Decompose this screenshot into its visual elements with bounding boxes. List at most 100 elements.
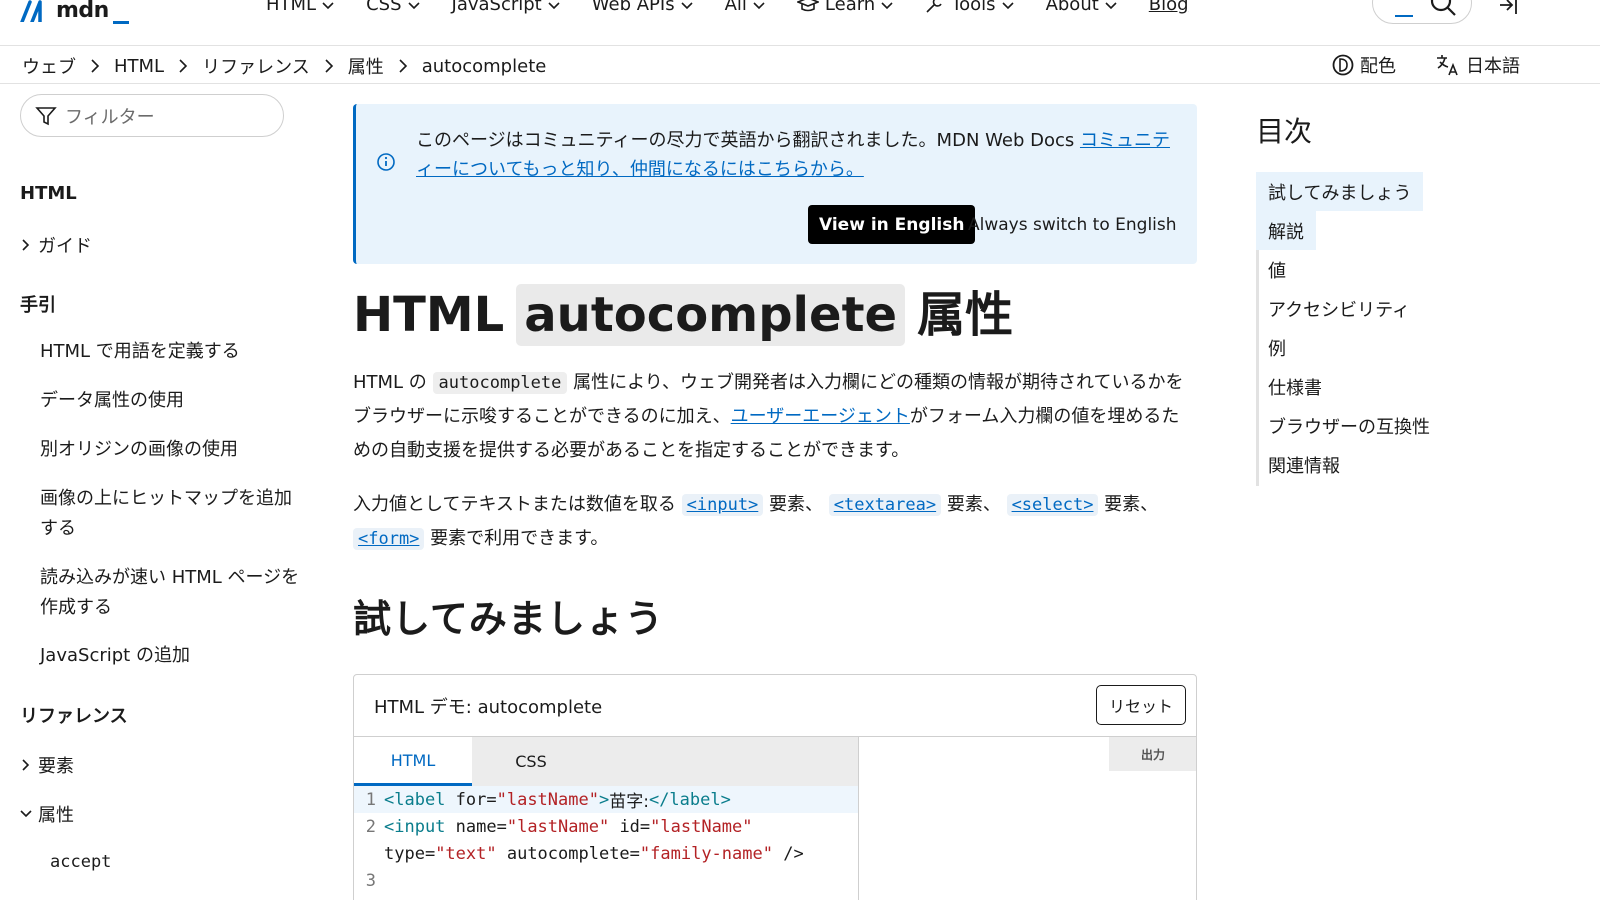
nav-blog-link[interactable]: Blog [1149, 0, 1189, 15]
mdn-logo[interactable]: mdn [20, 0, 129, 24]
code-token: "text" [435, 843, 497, 864]
nav-web-apis-label: Web APIs [591, 0, 675, 15]
toc-item-examples[interactable]: 例 [1256, 328, 1298, 367]
breadcrumb: ウェブ HTML リファレンス 属性 autocomplete [22, 53, 546, 79]
nav-javascript[interactable]: JavaScript [452, 0, 560, 15]
sidebar-item-guide-label: ガイド [38, 236, 92, 257]
translate-icon [1437, 55, 1458, 76]
filter-placeholder: フィルター [65, 106, 155, 128]
graduation-cap-icon [796, 0, 819, 11]
code-line: 1 <label for= "lastName" > 苗字: </label > [354, 786, 858, 813]
sidebar-item-attributes[interactable]: 属性 [20, 801, 74, 827]
breadcrumb-web[interactable]: ウェブ [22, 53, 76, 79]
toc-item-specifications[interactable]: 仕様書 [1256, 367, 1334, 406]
sidebar-item-add-javascript[interactable]: JavaScript の追加 [40, 641, 300, 671]
title-code: autocomplete [516, 284, 906, 346]
search-button[interactable] [1372, 0, 1472, 24]
tab-css[interactable]: CSS [472, 737, 590, 786]
toc-item-try-it[interactable]: 試してみましょう [1256, 172, 1424, 211]
toc-item-accessibility[interactable]: アクセシビリティ [1256, 289, 1422, 328]
nav-css[interactable]: CSS [366, 0, 420, 15]
nav-html[interactable]: HTML [266, 0, 334, 15]
nav-all-label: All [724, 0, 747, 15]
code-token: type= [384, 843, 436, 864]
toc-item-values[interactable]: 値 [1256, 250, 1298, 289]
chevron-right-icon [22, 759, 30, 771]
chevron-down-icon [681, 1, 693, 9]
code-editor[interactable]: 1 <label for= "lastName" > 苗字: </label > 2 <inp… [354, 786, 859, 900]
sidebar-item-attributes-label: 属性 [38, 805, 74, 826]
sidebar-section-html: HTML [20, 183, 77, 204]
sidebar: フィルター HTML ガイド 手引 HTML で用語を定義する データ属性の使用… [0, 84, 320, 900]
always-switch-english-button[interactable]: Always switch to English [968, 205, 1177, 244]
breadcrumb-reference[interactable]: リファレンス [202, 53, 310, 79]
chevron-right-icon [398, 59, 408, 73]
chevron-down-icon [322, 1, 334, 9]
code-token: for= [445, 789, 497, 810]
select-element-link[interactable]: <select> [1006, 494, 1099, 516]
sidebar-item-elements-label: 要素 [38, 756, 74, 777]
view-in-english-button[interactable]: View in English [808, 205, 976, 244]
theme-button[interactable]: 配色 [1332, 52, 1396, 78]
nav-html-label: HTML [266, 0, 317, 15]
sidebar-item-guide[interactable]: ガイド [20, 232, 92, 258]
nav-all[interactable]: All [725, 0, 765, 15]
nav-css-label: CSS [366, 0, 402, 15]
user-agent-link[interactable]: ユーザーエージェント [731, 406, 910, 427]
toc-title: 目次 [1256, 115, 1313, 148]
demo-tabs: HTML CSS [354, 737, 859, 786]
input-element-link[interactable]: <input> [681, 494, 764, 516]
code-token: "lastName" [506, 816, 610, 837]
sidebar-item-data-attributes[interactable]: データ属性の使用 [40, 386, 300, 416]
sidebar-item-cors-images[interactable]: 別オリジンの画像の使用 [40, 435, 300, 465]
form-element-link[interactable]: <form> [353, 528, 425, 550]
search-cursor [1395, 15, 1413, 17]
code-line: 3 [354, 867, 858, 894]
nav-about[interactable]: About [1046, 0, 1117, 15]
sidebar-filter-input[interactable]: フィルター [20, 94, 284, 137]
code-token: autocomplete= [496, 843, 640, 864]
nav-tools[interactable]: Tools [925, 0, 1014, 15]
nav-javascript-label: JavaScript [451, 0, 542, 15]
login-button[interactable] [1498, 0, 1520, 20]
sidebar-section-reference: リファレンス [20, 706, 128, 727]
p2-text-b: 要素、 [763, 494, 829, 515]
tab-html[interactable]: HTML [354, 737, 472, 786]
p2-text-d: 要素、 [1098, 494, 1159, 515]
nav-learn[interactable]: Learn [796, 0, 893, 15]
line-number: 1 [365, 789, 376, 810]
filter-icon [35, 106, 57, 125]
chevron-right-icon [90, 59, 100, 73]
code-token: 苗字: [609, 792, 649, 812]
chevron-right-icon [178, 59, 188, 73]
top-navigation: mdn HTML CSS JavaScript Web APIs All Lea… [0, 0, 1600, 46]
breadcrumb-attributes[interactable]: 属性 [348, 53, 384, 79]
title-attribute: 属性 [917, 287, 1014, 343]
language-button[interactable]: 日本語 [1436, 52, 1520, 78]
nav-web-apis[interactable]: Web APIs [592, 0, 693, 15]
page-tools: 配色 日本語 [1332, 52, 1520, 78]
sidebar-item-image-map[interactable]: 画像の上にヒットマップを追加する [40, 484, 300, 544]
p2-text-c: 要素、 [941, 494, 1007, 515]
code-token: name= [445, 816, 507, 837]
sidebar-item-define-terms[interactable]: HTML で用語を定義する [40, 337, 300, 367]
toc-item-description[interactable]: 解説 [1256, 211, 1316, 250]
nav-about-label: About [1045, 0, 1099, 15]
title-html: HTML [353, 287, 505, 343]
breadcrumb-html[interactable]: HTML [114, 56, 164, 77]
chevron-down-icon [753, 1, 765, 9]
try-it-heading: 試してみましょう [353, 597, 664, 641]
sidebar-item-fast-loading[interactable]: 読み込みが速い HTML ページを作成する [40, 563, 300, 623]
breadcrumb-current[interactable]: autocomplete [422, 56, 547, 77]
toc-item-see-also[interactable]: 関連情報 [1256, 445, 1352, 484]
toc-item-browser-compat[interactable]: ブラウザーの互換性 [1256, 406, 1442, 445]
sidebar-section-tebiki: 手引 [20, 295, 56, 316]
code-token: </label [648, 789, 721, 810]
textarea-element-link[interactable]: <textarea> [828, 494, 942, 516]
reset-button[interactable]: リセット [1096, 685, 1186, 725]
code-line: 2 <input name= "lastName" id= "lastName" [354, 813, 858, 840]
code-token: <input [384, 816, 446, 837]
sidebar-item-accept[interactable]: accept [50, 852, 111, 872]
language-label: 日本語 [1466, 56, 1520, 77]
sidebar-item-elements[interactable]: 要素 [20, 752, 74, 778]
